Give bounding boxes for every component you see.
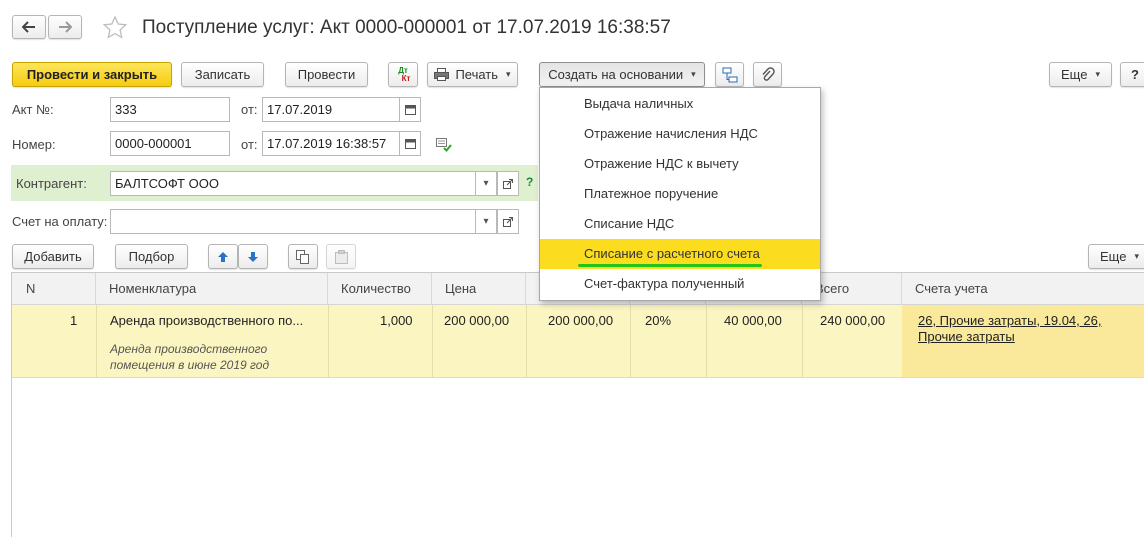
- row-description-line-2: помещения в июне 2019 год: [110, 358, 270, 372]
- row-total: 240 000,00: [820, 313, 886, 328]
- row-n: 1: [70, 313, 78, 328]
- invoice-open-button[interactable]: [497, 209, 519, 234]
- copy-row-button[interactable]: [288, 244, 318, 269]
- row-column-divider: [432, 305, 433, 377]
- help-button[interactable]: ?: [1120, 62, 1144, 87]
- row-vat-sum[interactable]: 40 000,00: [724, 313, 782, 328]
- save-button[interactable]: Записать: [181, 62, 264, 87]
- menu-item-vat-accrual[interactable]: Отражение начисления НДС: [540, 119, 820, 149]
- row-accounts-link[interactable]: 26, Прочие затраты, 19.04, 26,: [918, 313, 1101, 328]
- number-label: Номер:: [12, 137, 56, 152]
- attach-button[interactable]: [753, 62, 782, 87]
- chevron-down-icon: ▾: [483, 178, 489, 189]
- header-accounts[interactable]: Счета учета: [902, 273, 1144, 304]
- header-nomenclature[interactable]: Номенклатура: [96, 273, 328, 304]
- dropdown-caret-icon: ▾: [1095, 69, 1100, 79]
- post-button[interactable]: Провести: [285, 62, 368, 87]
- favorite-star-icon[interactable]: [102, 15, 128, 44]
- row-column-divider: [96, 305, 97, 377]
- counterparty-open-button[interactable]: [497, 171, 519, 196]
- row-description-line-1: Аренда производственного: [110, 342, 268, 356]
- page-title: Поступление услуг: Акт 0000-000001 от 17…: [142, 17, 671, 38]
- create-based-on-button[interactable]: Создать на основании ▾: [539, 62, 705, 87]
- row-column-divider: [802, 305, 803, 377]
- row-column-divider: [706, 305, 707, 377]
- invoice-field[interactable]: [110, 209, 476, 234]
- move-down-button[interactable]: [238, 244, 268, 269]
- number-field[interactable]: 0000-000001: [110, 131, 230, 156]
- act-date-calendar-button[interactable]: [399, 97, 421, 122]
- row-vat-rate[interactable]: 20%: [645, 313, 671, 328]
- arrow-down-icon: [248, 251, 258, 262]
- counterparty-help-link[interactable]: ?: [526, 175, 533, 189]
- paste-row-button[interactable]: [326, 244, 356, 269]
- number-date-calendar-button[interactable]: [399, 131, 421, 156]
- header-price[interactable]: Цена: [432, 273, 526, 304]
- dt-kt-button[interactable]: Дт Кт: [388, 62, 418, 87]
- invoice-label: Счет на оплату:: [12, 214, 108, 229]
- hierarchy-icon: [722, 67, 737, 82]
- printer-icon: [434, 68, 450, 81]
- header-n[interactable]: N: [12, 273, 96, 304]
- arrow-left-icon: [22, 21, 35, 33]
- row-sum[interactable]: 200 000,00: [548, 313, 613, 328]
- highlight-underline-mark: [578, 264, 762, 267]
- calendar-icon: [404, 105, 416, 115]
- pick-button[interactable]: Подбор: [115, 244, 188, 269]
- move-up-button[interactable]: [208, 244, 238, 269]
- dropdown-caret-icon: ▾: [691, 69, 696, 79]
- menu-item-vat-write-off[interactable]: Списание НДС: [540, 209, 820, 239]
- counterparty-field[interactable]: БАЛТСОФТ ООО: [110, 171, 476, 196]
- dropdown-caret-icon: ▾: [1134, 251, 1139, 261]
- menu-item-payment-order[interactable]: Платежное поручение: [540, 179, 820, 209]
- number-date-label: от:: [241, 137, 258, 152]
- act-number-label: Акт №:: [12, 102, 54, 117]
- invoice-dropdown-button[interactable]: ▾: [475, 209, 497, 234]
- print-button[interactable]: Печать ▾: [427, 62, 518, 87]
- structure-button[interactable]: [715, 62, 744, 87]
- row-column-divider: [526, 305, 527, 377]
- row-nomenclature[interactable]: Аренда производственного по...: [110, 313, 303, 328]
- menu-item-cash-issue[interactable]: Выдача наличных: [540, 89, 820, 119]
- row-accounts-link-cont[interactable]: Прочие затраты: [918, 329, 1015, 344]
- back-button[interactable]: [12, 15, 46, 39]
- add-row-button[interactable]: Добавить: [12, 244, 94, 269]
- dt-kt-icon: Дт Кт: [398, 65, 411, 83]
- clipboard-icon: [334, 249, 348, 264]
- paperclip-icon: [761, 66, 775, 81]
- arrow-up-icon: [218, 251, 228, 262]
- act-date-label: от:: [241, 102, 258, 117]
- counterparty-dropdown-button[interactable]: ▾: [475, 171, 497, 196]
- create-based-on-menu: Выдача наличных Отражение начисления НДС…: [539, 87, 821, 301]
- arrow-right-icon: [59, 21, 72, 33]
- copy-icon: [296, 249, 309, 264]
- post-and-close-button[interactable]: Провести и закрыть: [12, 62, 172, 87]
- row-column-divider: [630, 305, 631, 377]
- number-date-field[interactable]: 17.07.2019 16:38:57: [262, 131, 400, 156]
- chevron-down-icon: ▾: [483, 216, 489, 227]
- calendar-icon: [404, 139, 416, 149]
- row-price[interactable]: 200 000,00: [444, 313, 509, 328]
- act-date-field[interactable]: 17.07.2019: [262, 97, 400, 122]
- document-status-icon[interactable]: [436, 138, 452, 155]
- menu-item-received-invoice[interactable]: Счет-фактура полученный: [540, 269, 820, 299]
- forward-button[interactable]: [48, 15, 82, 39]
- more-button[interactable]: Еще ▾: [1049, 62, 1112, 87]
- header-quantity[interactable]: Количество: [328, 273, 432, 304]
- act-number-field[interactable]: 333: [110, 97, 230, 122]
- menu-item-vat-deduction[interactable]: Отражение НДС к вычету: [540, 149, 820, 179]
- counterparty-label: Контрагент:: [16, 176, 87, 191]
- table-more-button[interactable]: Еще ▾: [1088, 244, 1144, 269]
- open-window-icon: [503, 178, 513, 189]
- open-window-icon: [503, 216, 513, 227]
- dropdown-caret-icon: ▾: [506, 69, 511, 79]
- row-quantity[interactable]: 1,000: [380, 313, 413, 328]
- row-column-divider: [328, 305, 329, 377]
